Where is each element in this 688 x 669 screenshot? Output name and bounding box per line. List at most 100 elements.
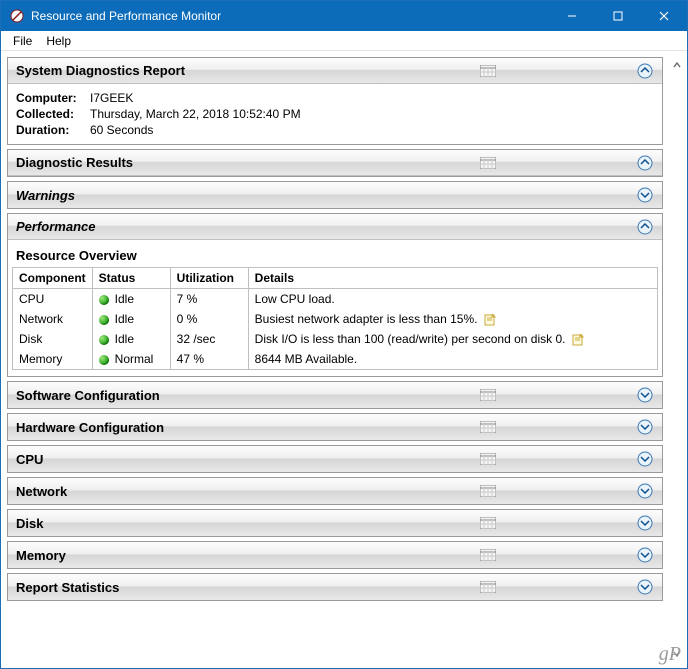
expand-icon[interactable] (636, 450, 654, 468)
section-title: Disk (16, 516, 480, 531)
section-header-warnings[interactable]: Warnings (8, 182, 662, 208)
kv-computer: Computer: I7GEEK (16, 90, 654, 106)
section-title: Report Statistics (16, 580, 480, 595)
calendar-icon[interactable] (480, 581, 496, 593)
cell-status: Idle (92, 329, 170, 349)
table-row: NetworkIdle0 %Busiest network adapter is… (13, 309, 658, 329)
section-header-memory[interactable]: Memory (8, 542, 662, 568)
minimize-button[interactable] (549, 1, 595, 31)
col-utilization[interactable]: Utilization (170, 268, 248, 289)
section-diagnostic-results: Diagnostic Results (7, 149, 663, 177)
expand-icon[interactable] (636, 482, 654, 500)
window-title: Resource and Performance Monitor (31, 9, 549, 23)
section-header-diagnostic-results[interactable]: Diagnostic Results (8, 150, 662, 176)
note-icon[interactable] (484, 314, 496, 326)
section-header-disk[interactable]: Disk (8, 510, 662, 536)
collapse-icon[interactable] (636, 62, 654, 80)
expand-icon[interactable] (636, 578, 654, 596)
calendar-icon[interactable] (480, 485, 496, 497)
calendar-icon[interactable] (480, 389, 496, 401)
section-hardware-configuration: Hardware Configuration (7, 413, 663, 441)
section-memory: Memory (7, 541, 663, 569)
content-area: System Diagnostics Report Computer: I7GE… (1, 51, 687, 668)
cell-component: Network (13, 309, 93, 329)
resource-overview-table: Component Status Utilization Details CPU… (12, 267, 658, 370)
cell-status: Idle (92, 309, 170, 329)
cell-component: Memory (13, 349, 93, 370)
kv-value: 60 Seconds (90, 123, 153, 137)
collapse-icon[interactable] (636, 154, 654, 172)
section-title: Hardware Configuration (16, 420, 480, 435)
section-header-system-diagnostics[interactable]: System Diagnostics Report (8, 58, 662, 84)
calendar-icon[interactable] (480, 421, 496, 433)
calendar-icon[interactable] (480, 65, 496, 77)
cell-details: Busiest network adapter is less than 15%… (248, 309, 657, 329)
expand-icon[interactable] (636, 386, 654, 404)
section-title: Warnings (16, 188, 636, 203)
cell-details: 8644 MB Available. (248, 349, 657, 370)
expand-icon[interactable] (636, 418, 654, 436)
cell-details: Disk I/O is less than 100 (read/write) p… (248, 329, 657, 349)
section-title: Performance (16, 219, 636, 234)
expand-icon[interactable] (636, 186, 654, 204)
section-header-performance[interactable]: Performance (8, 214, 662, 240)
calendar-icon[interactable] (480, 453, 496, 465)
table-row: MemoryNormal47 %8644 MB Available. (13, 349, 658, 370)
section-cpu: CPU (7, 445, 663, 473)
status-orb-icon (99, 335, 109, 345)
calendar-icon[interactable] (480, 549, 496, 561)
section-warnings: Warnings (7, 181, 663, 209)
section-title: CPU (16, 452, 480, 467)
maximize-button[interactable] (595, 1, 641, 31)
cell-utilization: 32 /sec (170, 329, 248, 349)
cell-utilization: 7 % (170, 289, 248, 310)
calendar-icon[interactable] (480, 517, 496, 529)
section-header-cpu[interactable]: CPU (8, 446, 662, 472)
cell-utilization: 0 % (170, 309, 248, 329)
cell-details: Low CPU load. (248, 289, 657, 310)
section-network: Network (7, 477, 663, 505)
menu-help[interactable]: Help (40, 33, 77, 49)
kv-key: Collected: (16, 107, 90, 121)
section-title: System Diagnostics Report (16, 63, 480, 78)
collapse-icon[interactable] (636, 218, 654, 236)
expand-icon[interactable] (636, 514, 654, 532)
kv-key: Computer: (16, 91, 90, 105)
note-icon[interactable] (572, 334, 584, 346)
col-component[interactable]: Component (13, 268, 93, 289)
col-details[interactable]: Details (248, 268, 657, 289)
scroll-up-button[interactable] (669, 57, 685, 73)
section-header-software-configuration[interactable]: Software Configuration (8, 382, 662, 408)
expand-icon[interactable] (636, 546, 654, 564)
section-disk: Disk (7, 509, 663, 537)
section-body-system-diagnostics: Computer: I7GEEK Collected: Thursday, Ma… (8, 84, 662, 144)
calendar-icon[interactable] (480, 157, 496, 169)
menu-file[interactable]: File (7, 33, 38, 49)
section-title: Software Configuration (16, 388, 480, 403)
section-header-hardware-configuration[interactable]: Hardware Configuration (8, 414, 662, 440)
cell-utilization: 47 % (170, 349, 248, 370)
section-body-performance: Resource Overview Component Status Utili… (8, 240, 662, 376)
scroll-track[interactable] (669, 73, 685, 646)
app-icon (9, 8, 25, 24)
kv-duration: Duration: 60 Seconds (16, 122, 654, 138)
status-orb-icon (99, 355, 109, 365)
close-button[interactable] (641, 1, 687, 31)
titlebar: Resource and Performance Monitor (1, 1, 687, 31)
section-header-report-statistics[interactable]: Report Statistics (8, 574, 662, 600)
section-title: Network (16, 484, 480, 499)
cell-status: Idle (92, 289, 170, 310)
col-status[interactable]: Status (92, 268, 170, 289)
kv-value: Thursday, March 22, 2018 10:52:40 PM (90, 107, 301, 121)
kv-key: Duration: (16, 123, 90, 137)
scrollbar[interactable] (669, 57, 685, 662)
table-header-row: Component Status Utilization Details (13, 268, 658, 289)
table-row: CPUIdle7 %Low CPU load. (13, 289, 658, 310)
menubar: File Help (1, 31, 687, 51)
cell-component: Disk (13, 329, 93, 349)
scroll-down-button[interactable] (669, 646, 685, 662)
section-performance: Performance Resource Overview Component … (7, 213, 663, 377)
section-software-configuration: Software Configuration (7, 381, 663, 409)
section-header-network[interactable]: Network (8, 478, 662, 504)
kv-collected: Collected: Thursday, March 22, 2018 10:5… (16, 106, 654, 122)
